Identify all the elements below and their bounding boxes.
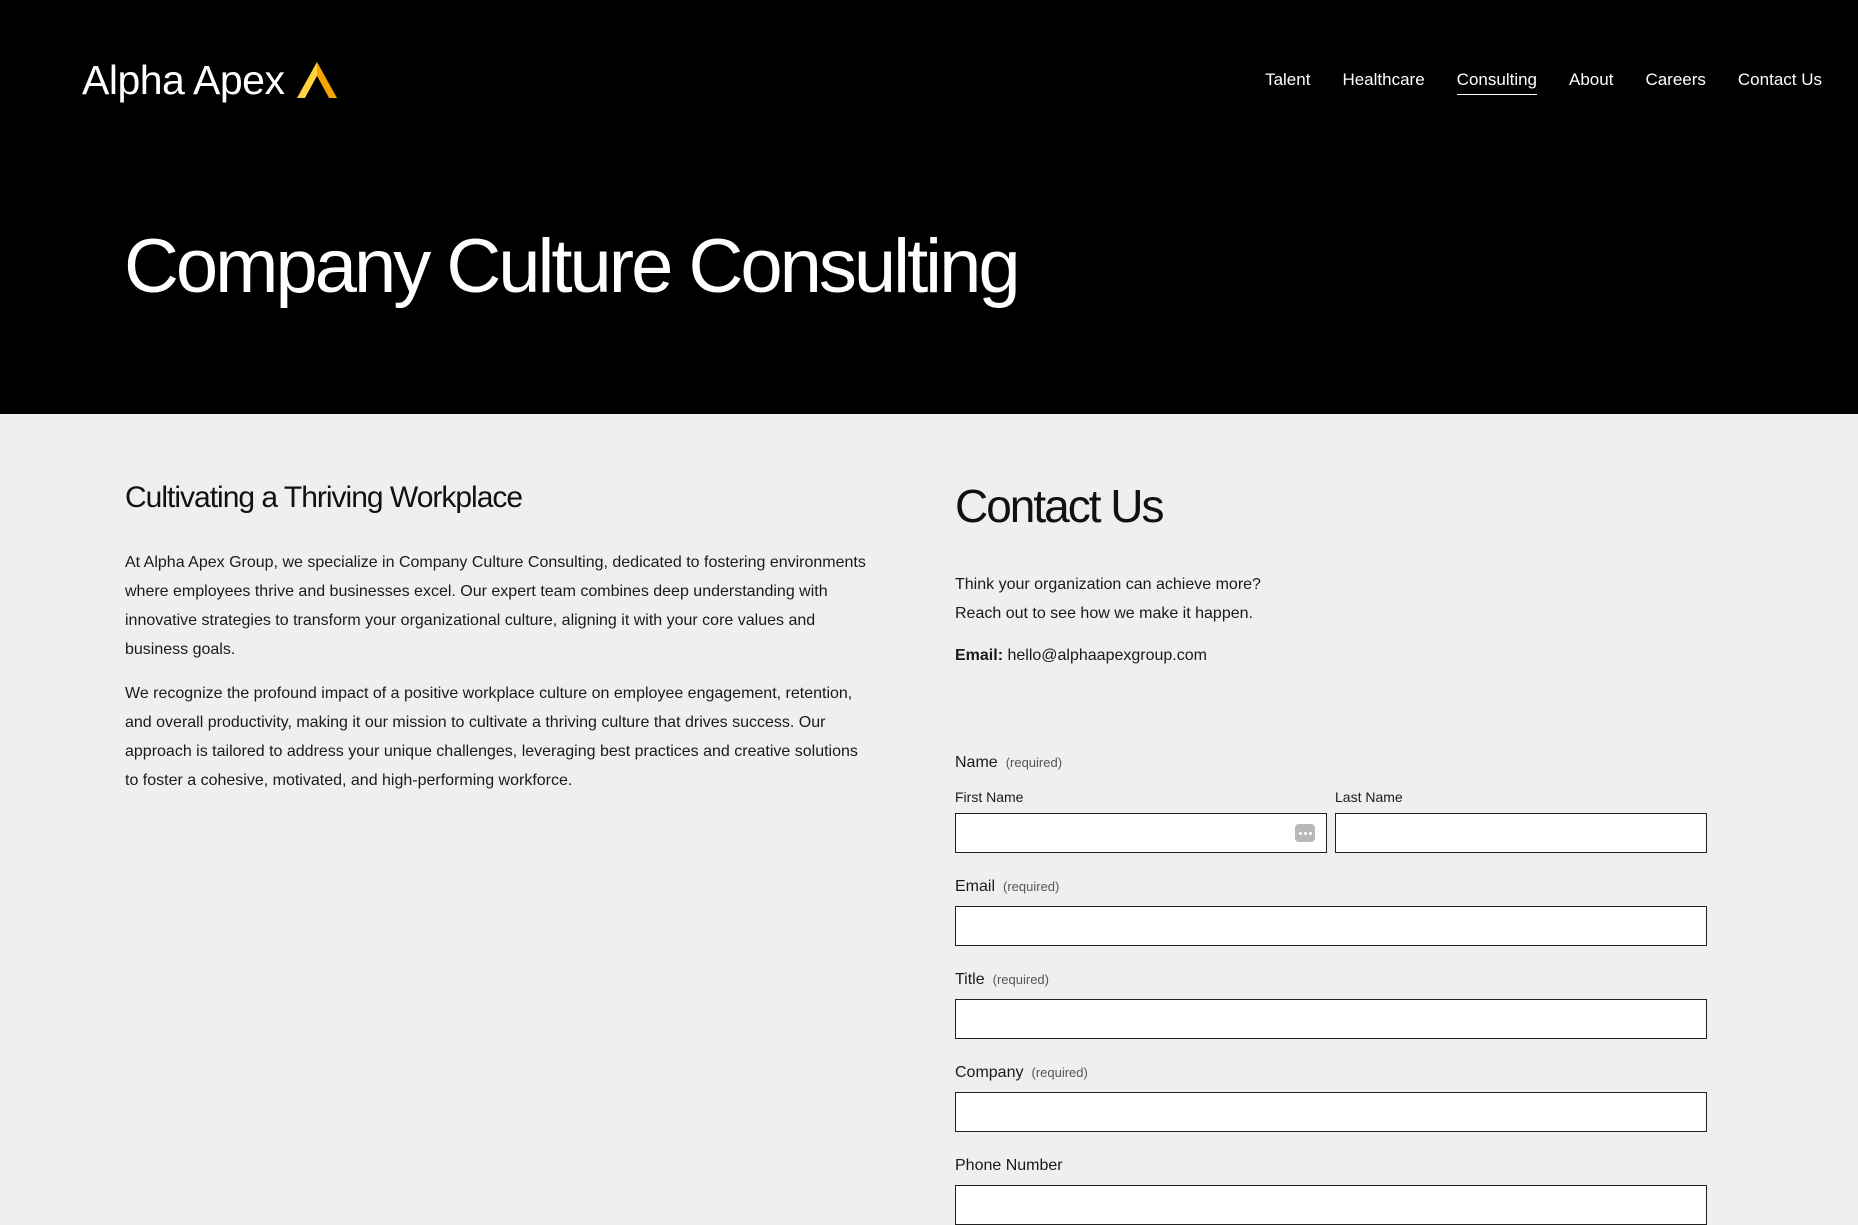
contact-heading: Contact Us xyxy=(955,480,1165,532)
logo-text: Alpha Apex xyxy=(82,57,285,103)
first-name-field[interactable] xyxy=(955,813,1327,853)
name-label: Name xyxy=(955,754,998,771)
title-field-label: Title xyxy=(955,971,985,988)
title-field-group: Title (required) xyxy=(955,969,1707,1039)
nav-item-careers[interactable]: Careers xyxy=(1645,68,1705,95)
about-section: Cultivating a Thriving Workplace At Alph… xyxy=(125,478,875,810)
email-field[interactable] xyxy=(955,906,1707,946)
company-field-group: Company (required) xyxy=(955,1062,1707,1132)
about-heading: Cultivating a Thriving Workplace xyxy=(125,481,523,514)
email-field-group: Email (required) xyxy=(955,876,1707,946)
title-field[interactable] xyxy=(955,999,1707,1039)
main-nav: Talent Healthcare Consulting About Caree… xyxy=(1233,68,1822,95)
required-hint: (required) xyxy=(1005,755,1063,770)
email-label: Email: xyxy=(955,647,1004,664)
about-paragraph-1: At Alpha Apex Group, we specialize in Co… xyxy=(125,554,866,658)
first-name-wrap xyxy=(955,813,1327,853)
page-title: Company Culture Consulting xyxy=(124,224,1021,309)
nav-item-talent[interactable]: Talent xyxy=(1265,68,1310,95)
name-field-group: Name (required) xyxy=(955,752,1707,774)
contact-line-1: Think your organization can achieve more… xyxy=(955,576,1261,593)
contact-form: Name (required) First Name Last Name Emai… xyxy=(955,752,1707,1225)
contact-line-2: Reach out to see how we make it happen. xyxy=(955,605,1253,622)
email-field-label: Email xyxy=(955,878,996,895)
logo[interactable]: Alpha Apex xyxy=(82,56,338,104)
logo-mark-icon xyxy=(297,62,338,98)
contact-intro: Think your organization can achieve more… xyxy=(955,570,1707,628)
phone-field-group: Phone Number xyxy=(955,1155,1707,1225)
name-row: First Name Last Name xyxy=(955,787,1707,853)
nav-item-healthcare[interactable]: Healthcare xyxy=(1342,68,1424,95)
phone-field-label: Phone Number xyxy=(955,1157,1063,1174)
required-hint: (required) xyxy=(1003,879,1060,894)
first-name-col: First Name xyxy=(955,787,1327,853)
contact-email: Email: hello@alphaapexgroup.com xyxy=(955,644,1707,668)
contact-section: Contact Us Think your organization can a… xyxy=(955,478,1707,668)
about-paragraph-2: We recognize the profound impact of a po… xyxy=(125,685,858,789)
email-link[interactable]: hello@alphaapexgroup.com xyxy=(1007,647,1206,664)
phone-field[interactable] xyxy=(955,1185,1707,1225)
nav-item-about[interactable]: About xyxy=(1569,68,1613,95)
hero-header: Alpha Apex Talent Healthcare Consulting … xyxy=(0,0,1858,414)
autofill-more-icon[interactable] xyxy=(1295,824,1315,842)
nav-item-contact-us[interactable]: Contact Us xyxy=(1738,68,1822,95)
company-field-label: Company xyxy=(955,1064,1024,1081)
required-hint: (required) xyxy=(1031,1065,1088,1080)
nav-item-consulting[interactable]: Consulting xyxy=(1456,68,1537,95)
required-hint: (required) xyxy=(992,972,1049,987)
last-name-label: Last Name xyxy=(1335,789,1403,805)
company-field[interactable] xyxy=(955,1092,1707,1132)
last-name-col: Last Name xyxy=(1335,787,1707,853)
last-name-field[interactable] xyxy=(1335,813,1707,853)
first-name-label: First Name xyxy=(955,789,1024,805)
